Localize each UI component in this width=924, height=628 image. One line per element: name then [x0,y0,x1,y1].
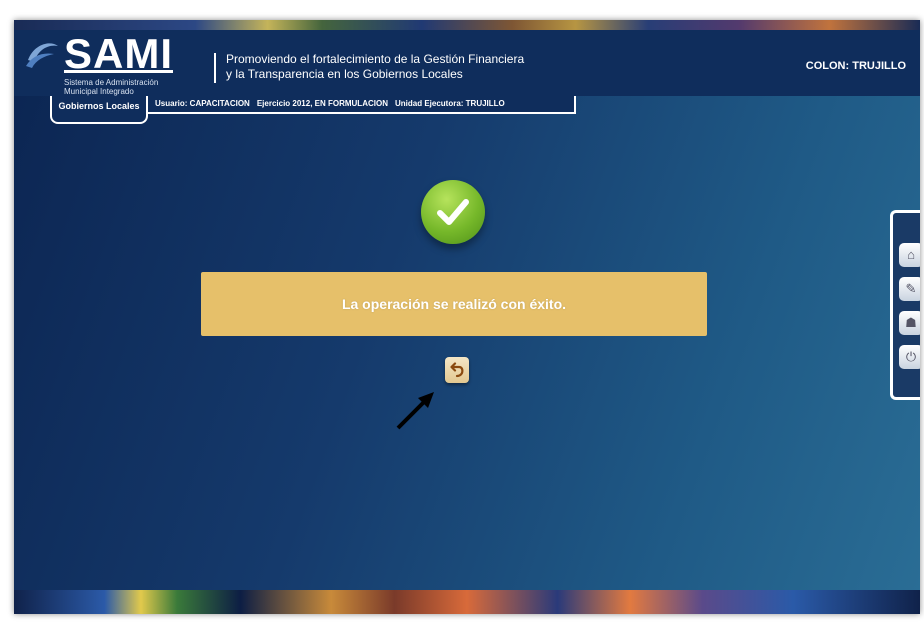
main-content-area [14,96,920,590]
logout-button[interactable]: ⏻ [899,345,920,369]
back-button[interactable] [445,357,469,383]
home-icon: ⌂ [907,247,915,262]
pointer-arrow-icon [396,392,434,430]
power-icon: ⏻ [905,349,917,364]
success-check-icon [421,180,485,244]
tagline-line-2: y la Transparencia en los Gobiernos Loca… [226,67,463,81]
ribbon-button[interactable]: ☗ [899,311,920,335]
user-info: Usuario: CAPACITACION [155,99,250,108]
executing-unit-info: Unidad Ejecutora: TRUJILLO [394,99,505,108]
municipality-label: COLON: TRUJILLO [805,60,906,72]
home-button[interactable]: ⌂ [899,243,920,267]
decorative-bottom-strip [14,590,920,614]
fiscal-year-info: Ejercicio 2012, EN FORMULACION [256,99,388,108]
logo-text: SAMI [64,30,173,77]
tagline-divider [214,53,216,83]
app-window: SAMI Sistema de Administración Municipal… [14,20,920,614]
logo-subtitle-line-1: Sistema de Administración [64,78,159,87]
user-edit-button[interactable]: ✎ [899,277,920,301]
logo-subtitle-line-2: Municipal Integrado [64,87,134,96]
tab-row: Gobiernos Locales Usuario: CAPACITACION E… [14,96,920,124]
tagline: Promoviendo el fortalecimiento de la Ges… [226,52,524,82]
check-icon [437,199,469,225]
undo-arrow-icon [450,362,464,378]
success-message: La operación se realizó con éxito. [201,272,707,336]
user-edit-icon: ✎ [905,281,917,296]
side-toolbar: ⌂ ✎ ☗ ⏻ [890,210,920,400]
tab-gobiernos-locales[interactable]: Gobiernos Locales [50,96,148,124]
ribbon-icon: ☗ [905,315,917,330]
tagline-line-1: Promoviendo el fortalecimiento de la Ges… [226,52,525,66]
logo-swirl-icon [26,43,58,68]
header: SAMI Sistema de Administración Municipal… [14,30,920,96]
logo-subtitle: Sistema de Administración Municipal Inte… [64,78,158,96]
session-info-bar: Usuario: CAPACITACION Ejercicio 2012, EN … [146,96,576,114]
